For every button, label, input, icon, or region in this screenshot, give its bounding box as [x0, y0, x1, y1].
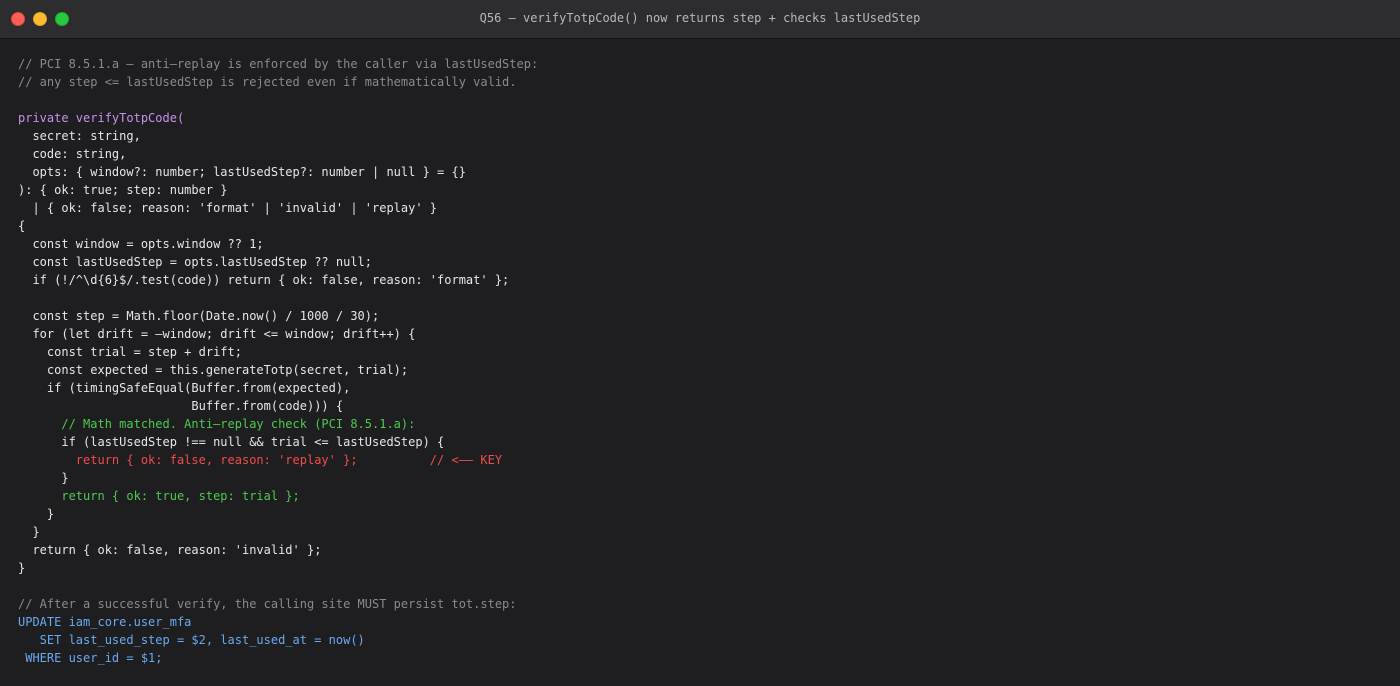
code-line: secret: string, [18, 129, 141, 143]
code-line: private verifyTotpCode( [18, 111, 185, 125]
code-line: WHERE user_id = $1; [18, 651, 163, 665]
code-line: return { ok: true, step: trial }; [18, 489, 300, 503]
code-line: // any step <= lastUsedStep is rejected … [18, 75, 517, 89]
code-line: const step = Math.floor(Date.now() / 100… [18, 309, 380, 323]
code-line: // PCI 8.5.1.a — anti–replay is enforced… [18, 57, 539, 71]
code-line: return { ok: false, reason: 'invalid' }; [18, 543, 322, 557]
code-line: UPDATE iam_core.user_mfa [18, 615, 192, 629]
code-line: | { ok: false; reason: 'format' | 'inval… [18, 201, 438, 215]
code-line: for (let drift = –window; drift <= windo… [18, 327, 416, 341]
code-block: // PCI 8.5.1.a — anti–replay is enforced… [18, 55, 538, 667]
code-line: if (lastUsedStep !== null && trial <= la… [18, 435, 445, 449]
code-line: const window = opts.window ?? 1; [18, 237, 264, 251]
terminal-window: Q56 — verifyTotpCode() now returns step … [0, 0, 1400, 686]
code-line: // Math matched. Anti–replay check (PCI … [18, 417, 416, 431]
code-line: const trial = step + drift; [18, 345, 242, 359]
code-line: const expected = this.generateTotp(secre… [18, 363, 409, 377]
code-line: // After a successful verify, the callin… [18, 597, 517, 611]
code-line: const lastUsedStep = opts.lastUsedStep ?… [18, 255, 373, 269]
code-line: SET last_used_step = $2, last_used_at = … [18, 633, 365, 647]
code-line: if (!/^\d{6}$/.test(code)) return { ok: … [18, 273, 510, 287]
code-line: { [18, 219, 26, 233]
code-line: ): { ok: true; step: number } [18, 183, 228, 197]
title-bar: Q56 — verifyTotpCode() now returns step … [0, 0, 1400, 39]
code-line: } [18, 525, 40, 539]
code-line: return { ok: false, reason: 'replay' }; … [18, 453, 503, 467]
code-line: } [18, 561, 26, 575]
code-line: code: string, [18, 147, 127, 161]
code-line: if (timingSafeEqual(Buffer.from(expected… [18, 381, 351, 395]
code-line: } [18, 471, 69, 485]
window-title: Q56 — verifyTotpCode() now returns step … [479, 11, 921, 25]
code-line: } [18, 507, 55, 521]
code-line: opts: { window?: number; lastUsedStep?: … [18, 165, 466, 179]
code-line: Buffer.from(code))) { [18, 399, 344, 413]
